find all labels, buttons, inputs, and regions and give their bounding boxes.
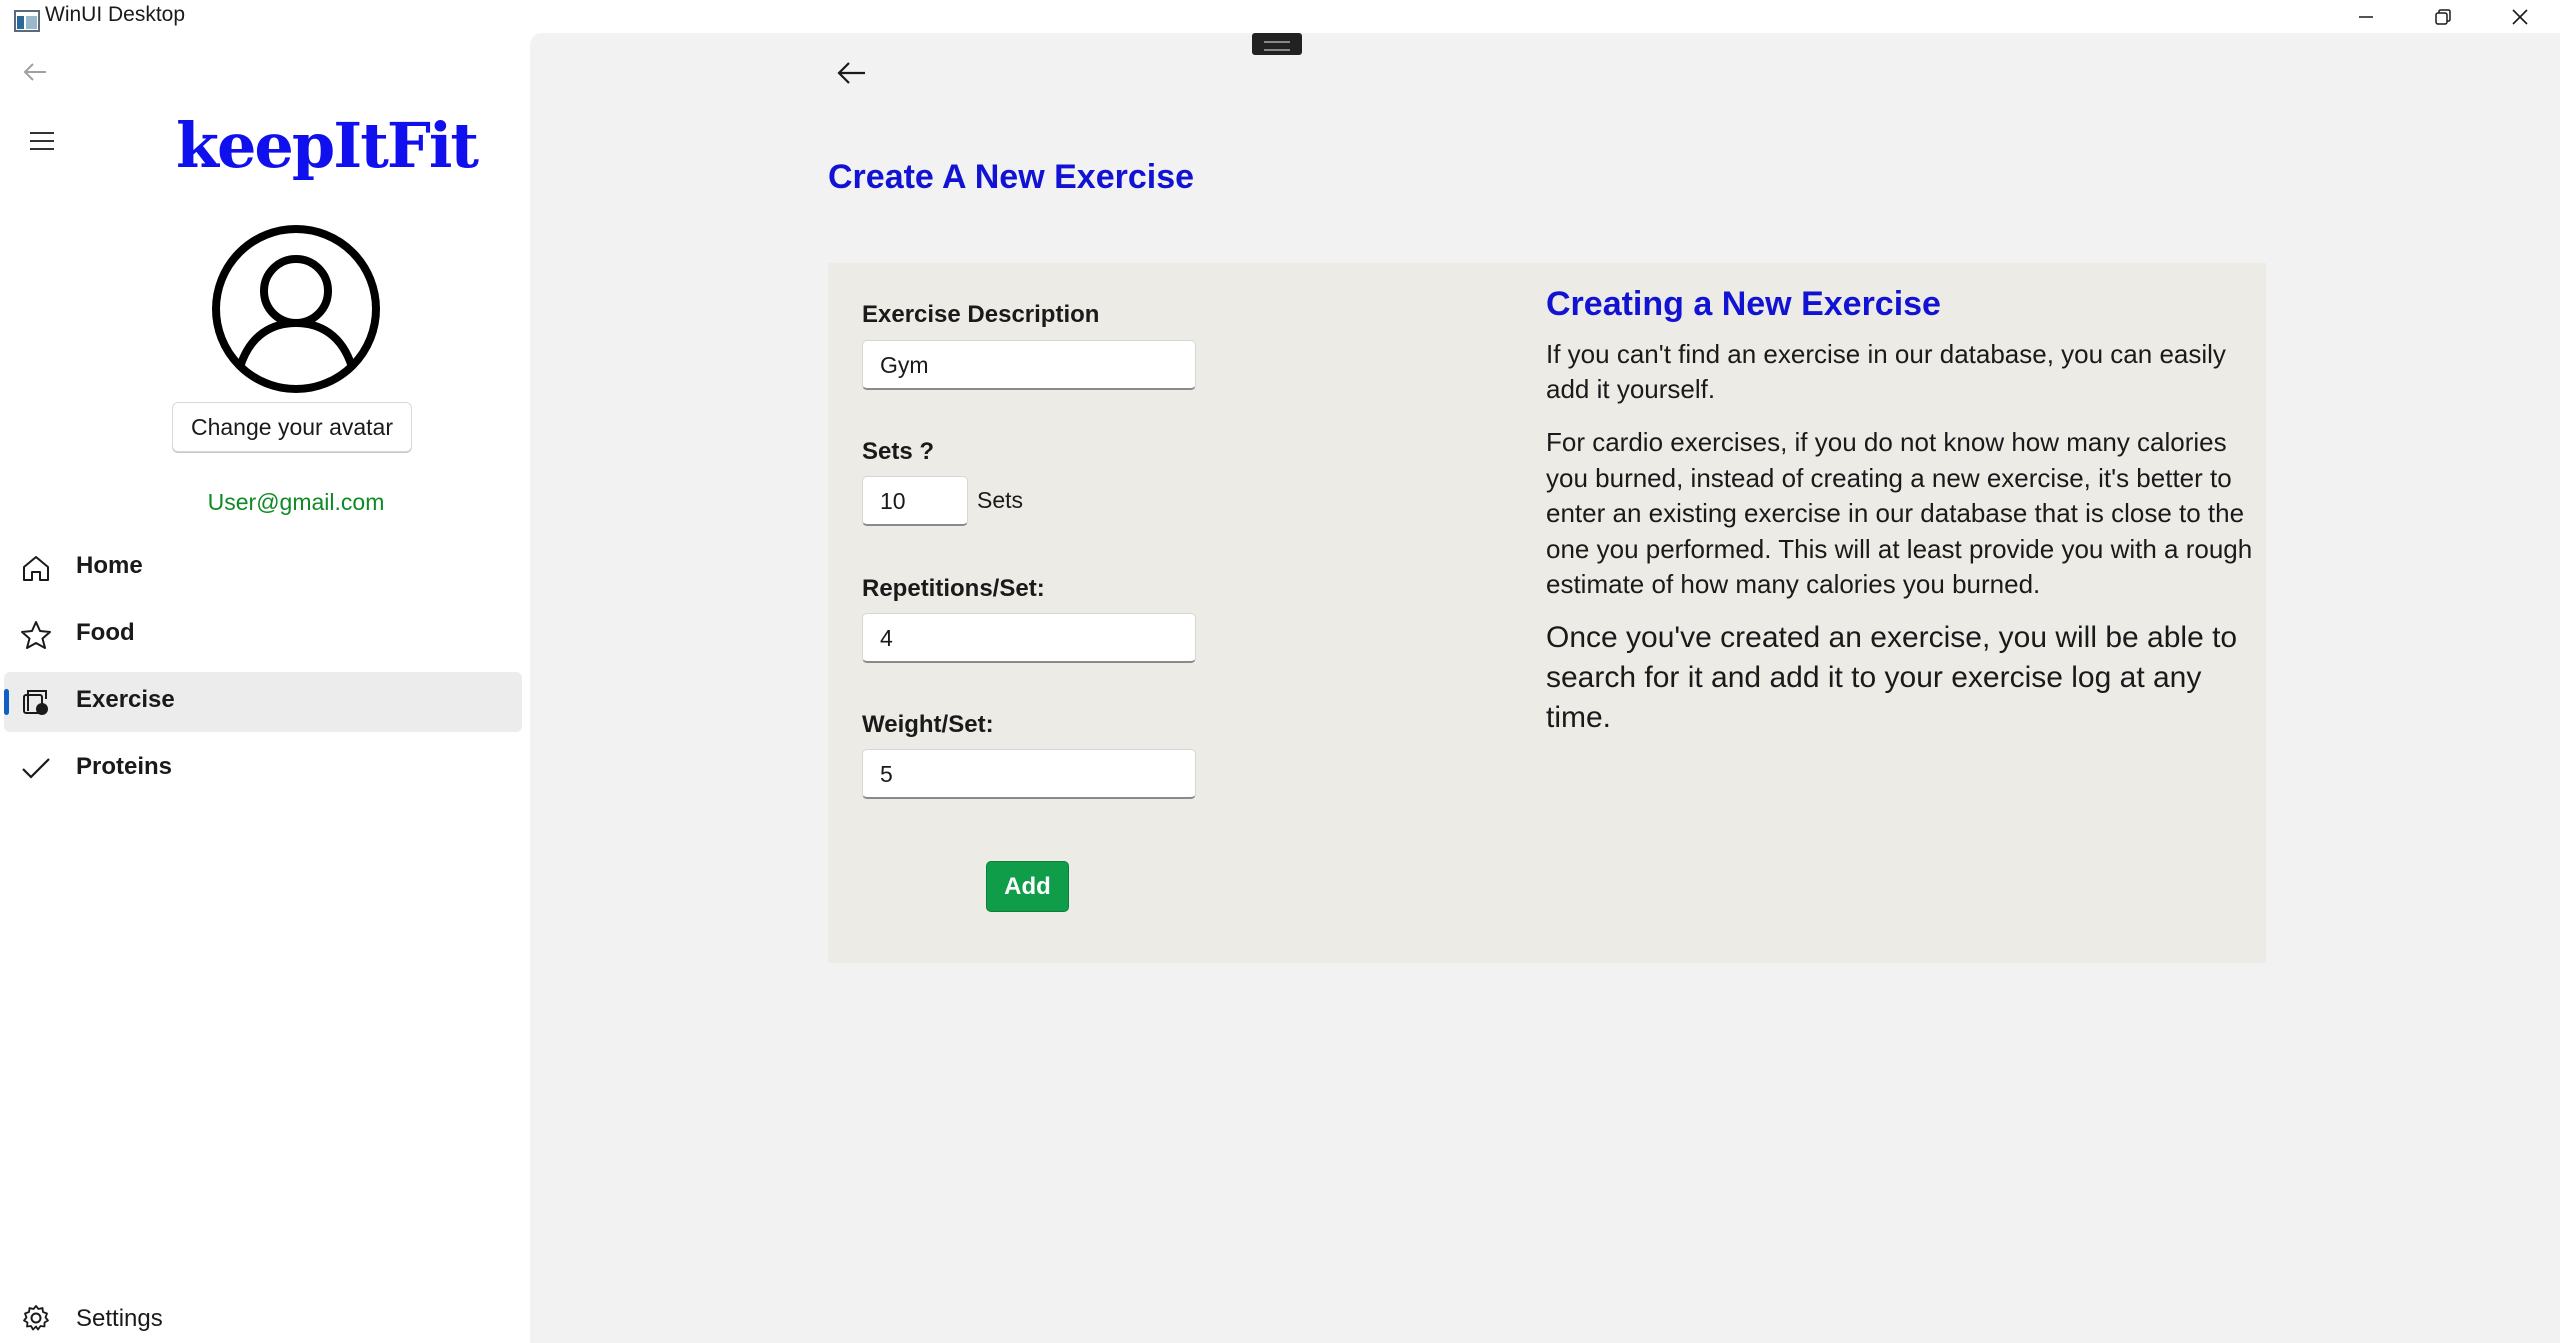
repetitions-label: Repetitions/Set:: [862, 575, 1045, 602]
exercise-icon: [23, 690, 48, 715]
exercise-form-card: Exercise Description Gym Sets ? 10 Sets …: [828, 263, 2266, 963]
add-button[interactable]: Add: [986, 861, 1069, 912]
restore-button[interactable]: [2405, 0, 2481, 33]
nav-label-home: Home: [76, 552, 143, 579]
avatar: [210, 223, 382, 400]
close-button[interactable]: [2482, 0, 2558, 33]
navigation-pane: keepItFit Change your avatar User@gmail.…: [0, 33, 530, 1343]
page-back-button[interactable]: [835, 60, 867, 91]
app-icon: [14, 10, 40, 32]
nav-item-exercise[interactable]: Exercise: [4, 672, 522, 732]
checkmark-icon: [22, 758, 50, 779]
change-avatar-button[interactable]: Change your avatar: [172, 402, 412, 452]
help-paragraph-2: For cardio exercises, if you do not know…: [1546, 427, 2253, 599]
restore-icon: [2435, 8, 2451, 25]
home-icon: [23, 556, 49, 581]
nav-item-settings[interactable]: Settings: [4, 1293, 522, 1343]
minimize-icon: [2359, 15, 2373, 18]
window-title: WinUI Desktop: [45, 3, 186, 26]
nav-item-home[interactable]: Home: [4, 538, 522, 598]
sets-label: Sets ?: [862, 438, 935, 465]
nav-item-food[interactable]: Food: [4, 605, 522, 665]
nav-label-proteins: Proteins: [76, 753, 173, 780]
user-avatar-icon: [212, 225, 380, 393]
help-paragraph-3: Once you've created an exercise, you wil…: [1546, 621, 2238, 734]
nav-back-button[interactable]: [20, 60, 50, 89]
nav-item-proteins[interactable]: Proteins: [4, 739, 522, 799]
gear-icon: [23, 1305, 49, 1331]
sets-input[interactable]: 10: [862, 476, 968, 526]
nav-label-exercise: Exercise: [76, 686, 175, 713]
description-label: Exercise Description: [862, 301, 1100, 328]
weight-label: Weight/Set:: [862, 711, 994, 738]
help-title: Creating a New Exercise: [1546, 285, 1941, 323]
nav-label-settings: Settings: [76, 1305, 163, 1332]
minimize-button[interactable]: [2328, 0, 2404, 33]
back-arrow-icon: [23, 63, 46, 81]
description-input[interactable]: Gym: [862, 340, 1196, 390]
hamburger-icon: [30, 132, 54, 150]
page-title: Create A New Exercise: [828, 158, 1195, 196]
help-paragraph-1: If you can't find an exercise in our dat…: [1546, 339, 2226, 404]
repetitions-input[interactable]: 4: [862, 613, 1196, 663]
star-icon: [21, 621, 51, 649]
title-bar: WinUI Desktop: [0, 0, 2560, 33]
back-arrow-icon: [837, 62, 865, 84]
user-email: User@gmail.com: [207, 489, 385, 515]
nav-label-food: Food: [76, 619, 135, 646]
app-logo: keepItFit: [176, 109, 479, 182]
drag-handle[interactable]: [1252, 33, 1302, 55]
hamburger-menu-button[interactable]: [28, 130, 56, 157]
close-icon: [2512, 8, 2528, 25]
weight-input[interactable]: 5: [862, 749, 1196, 799]
selection-indicator: [4, 689, 9, 715]
sets-unit-label: Sets: [977, 487, 1024, 513]
